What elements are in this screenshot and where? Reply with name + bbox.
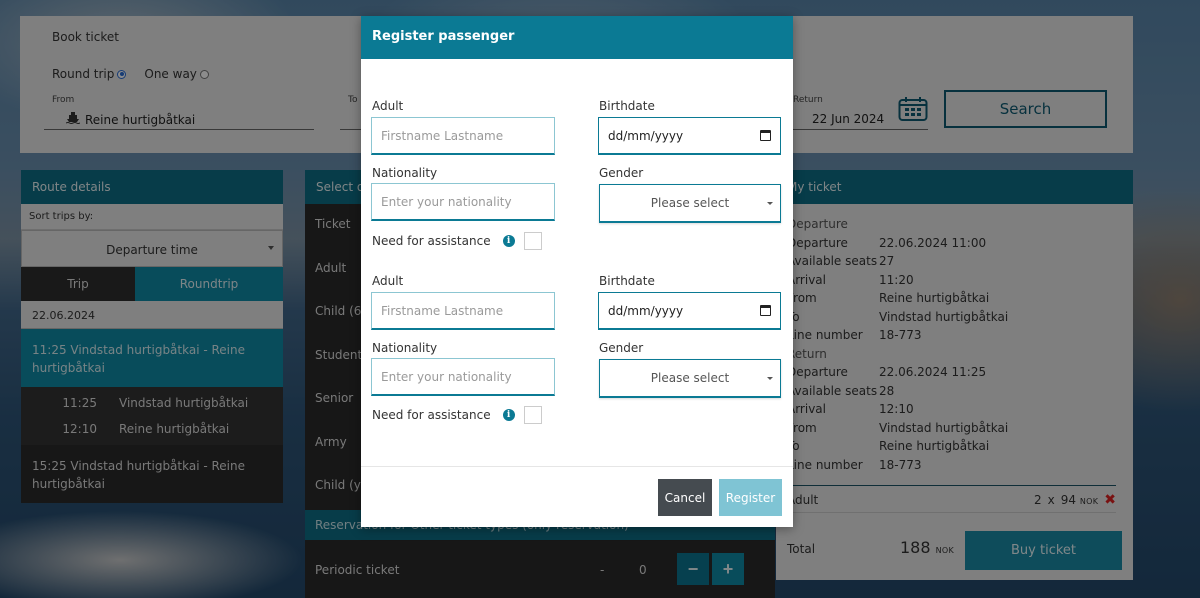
birthdate-label: Birthdate [599,99,655,113]
assistance-checkbox[interactable] [523,406,542,424]
birthdate-value: dd/mm/yyyy [608,128,684,143]
name-input[interactable] [371,117,555,155]
calendar-icon[interactable] [760,130,771,141]
info-icon[interactable]: i [502,235,515,247]
birthdate-value: dd/mm/yyyy [608,303,684,318]
calendar-icon[interactable] [760,305,771,316]
chevron-down-icon [767,202,773,205]
nationality-input[interactable] [371,183,555,221]
gender-label: Gender [599,166,644,180]
gender-select[interactable]: Please select [599,359,781,398]
assistance-checkbox[interactable] [523,232,542,250]
register-button[interactable]: Register [719,479,782,516]
modal-body: Adult Birthdate dd/mm/yyyy Nationality G… [361,59,793,467]
gender-select-value: Please select [650,371,730,385]
register-passenger-modal: Register passenger Adult Birthdate dd/mm… [361,16,793,527]
name-input[interactable] [371,292,555,330]
info-icon[interactable]: i [502,409,515,421]
birthdate-label: Birthdate [599,274,655,288]
passenger-type-label: Adult [372,99,404,113]
passenger-type-label: Adult [372,274,404,288]
gender-select-value: Please select [650,196,730,210]
assistance-row: Need for assistance i [372,232,542,250]
gender-select[interactable]: Please select [599,184,781,223]
modal-title: Register passenger [361,16,793,59]
birthdate-input[interactable]: dd/mm/yyyy [598,117,781,155]
gender-label: Gender [599,341,644,355]
nationality-label: Nationality [372,166,438,180]
birthdate-input[interactable]: dd/mm/yyyy [598,292,781,330]
modal-footer: Cancel Register [361,467,793,527]
chevron-down-icon [767,377,773,380]
assistance-label: Need for assistance [372,234,491,248]
nationality-input[interactable] [371,358,555,396]
nationality-label: Nationality [372,341,438,355]
assistance-label: Need for assistance [372,408,491,422]
assistance-row: Need for assistance i [372,406,542,424]
cancel-button[interactable]: Cancel [658,479,712,516]
